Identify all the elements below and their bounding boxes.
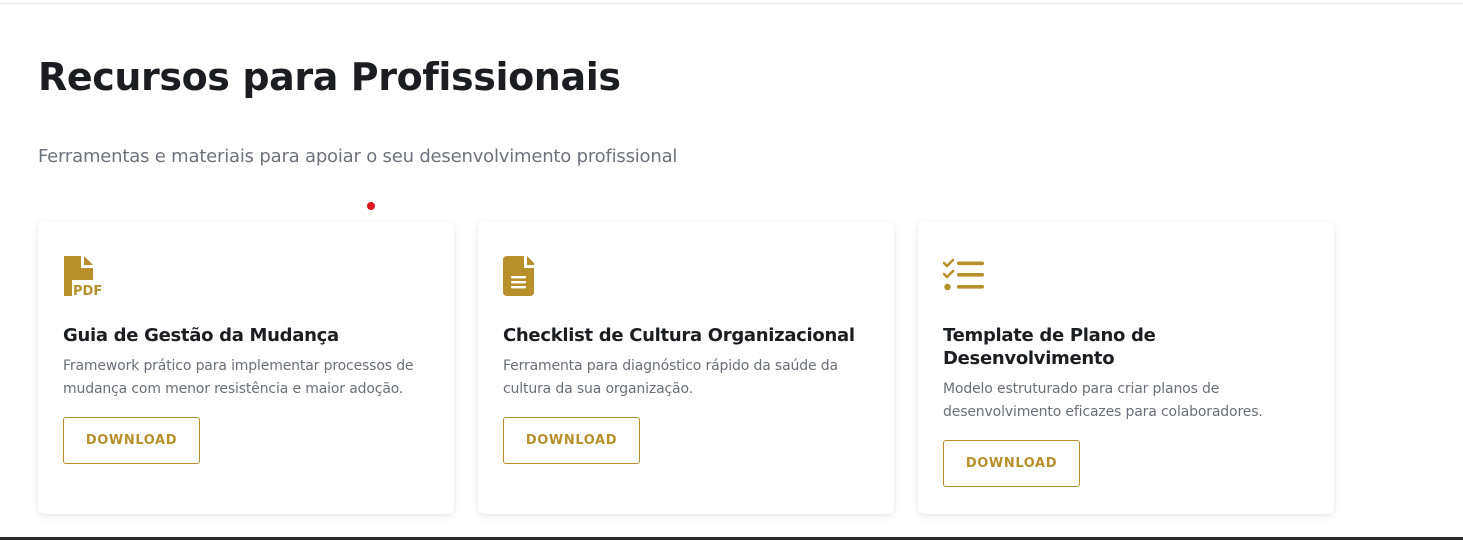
section-title: Recursos para Profissionais <box>38 55 621 99</box>
list-check-icon <box>943 256 985 300</box>
resources-section: Recursos para Profissionais Ferramentas … <box>38 0 1334 530</box>
download-button[interactable]: DOWNLOAD <box>63 417 200 464</box>
resource-cards: PDF Guia de Gestão da Mudança Framework … <box>38 222 1334 514</box>
card-title: Checklist de Cultura Organizacional <box>503 325 855 346</box>
indicator-dot <box>367 202 375 210</box>
file-lines-icon <box>503 256 545 300</box>
card-title: Template de Plano de Desenvolvimento <box>943 325 1156 369</box>
download-button[interactable]: DOWNLOAD <box>943 440 1080 487</box>
card-description: Modelo estruturado para criar planos de … <box>943 381 1263 420</box>
resource-card-development-plan-template: Template de Plano de Desenvolvimento Mod… <box>918 222 1334 514</box>
section-subtitle: Ferramentas e materiais para apoiar o se… <box>38 146 678 167</box>
file-pdf-icon: PDF <box>63 256 105 300</box>
card-description: Framework prático para implementar proce… <box>63 358 414 397</box>
resource-card-change-management-guide: PDF Guia de Gestão da Mudança Framework … <box>38 222 454 514</box>
card-title: Guia de Gestão da Mudança <box>63 325 339 346</box>
card-description: Ferramenta para diagnóstico rápido da sa… <box>503 358 838 397</box>
download-button[interactable]: DOWNLOAD <box>503 417 640 464</box>
resource-card-culture-checklist: Checklist de Cultura Organizacional Ferr… <box>478 222 894 514</box>
svg-text:PDF: PDF <box>73 284 102 299</box>
